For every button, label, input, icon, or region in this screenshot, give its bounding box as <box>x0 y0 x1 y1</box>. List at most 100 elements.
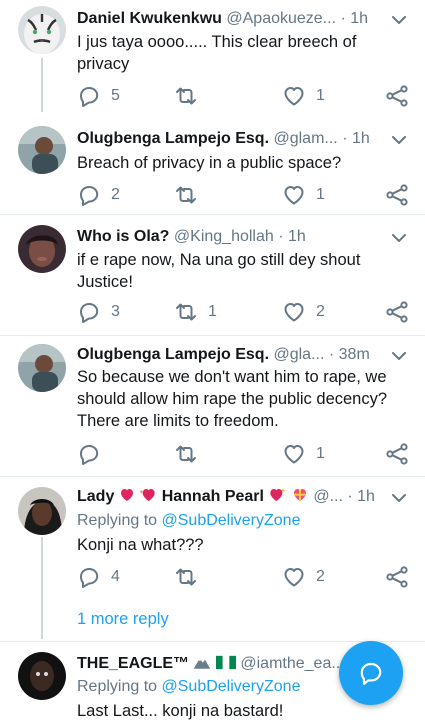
share-icon <box>386 566 408 588</box>
like-button[interactable]: 1 <box>282 183 325 207</box>
more-replies-link[interactable]: 1 more reply <box>77 610 169 629</box>
reply-count: 5 <box>111 87 120 104</box>
lady-avatar[interactable] <box>18 487 66 535</box>
handle[interactable]: @gla... <box>273 346 324 363</box>
display-name[interactable]: THE_EAGLE™ <box>77 655 189 672</box>
tweet[interactable]: Olugbenga Lampejo Esq. @glam... · 1h Bre… <box>0 112 425 220</box>
person-avatar[interactable] <box>18 126 66 174</box>
replying-to-label: Replying to <box>77 678 158 695</box>
retweet-icon <box>176 568 196 586</box>
separator-dot: · <box>328 346 335 363</box>
tweet-text: if e rape now, Na una go still dey shout… <box>77 251 361 291</box>
timestamp[interactable]: 1h <box>357 488 375 505</box>
share-button[interactable] <box>385 442 409 466</box>
eagle-avatar[interactable] <box>18 652 66 700</box>
chevron-down-icon[interactable] <box>391 12 407 28</box>
red-heart-emoji-icon <box>120 489 133 501</box>
retweet-button[interactable]: 1 <box>174 300 217 324</box>
tweet-header: Lady Hannah Pearl @... · 1h <box>77 486 387 508</box>
retweet-button[interactable] <box>174 442 208 466</box>
chevron-down-icon[interactable] <box>391 348 407 364</box>
replying-to: Replying to @SubDeliveryZone <box>77 510 300 532</box>
retweet-button[interactable] <box>174 183 208 207</box>
reply-count: 4 <box>111 568 120 585</box>
like-count: 1 <box>316 186 325 203</box>
display-name-part[interactable]: Hannah Pearl <box>162 488 264 505</box>
timestamp[interactable]: 1h <box>350 10 368 27</box>
tiger-avatar[interactable] <box>18 6 66 54</box>
like-count: 2 <box>316 303 325 320</box>
woman-avatar[interactable] <box>18 225 66 273</box>
separator-dot: · <box>342 130 348 147</box>
reply-count: 2 <box>111 186 120 203</box>
retweet-icon <box>176 186 196 204</box>
timestamp[interactable]: 38m <box>339 346 370 363</box>
tweet-text: So because we don't want him to rape, we… <box>77 368 388 430</box>
tweet[interactable]: Who is Ola? @King_hollah · 1h if e rape … <box>0 215 425 335</box>
tweet-header: Daniel Kwukenkwu @Apaokueze... · 1h <box>77 8 387 30</box>
share-icon <box>386 301 408 323</box>
display-name[interactable]: Who is Ola? <box>77 228 169 245</box>
like-button[interactable]: 2 <box>282 565 325 589</box>
chevron-down-icon[interactable] <box>391 490 407 506</box>
heart-ribbon-emoji-icon <box>293 489 306 501</box>
nigeria-flag-icon <box>215 655 236 670</box>
reply-button[interactable]: 5 <box>77 84 120 108</box>
display-name[interactable]: Olugbenga Lampejo Esq. <box>77 346 269 363</box>
timestamp[interactable]: 1h <box>352 130 370 147</box>
heart-icon <box>284 445 304 464</box>
replying-to-label: Replying to <box>77 512 158 529</box>
handle[interactable]: @... <box>313 488 343 505</box>
replying-to: Replying to @SubDeliveryZone <box>77 676 300 698</box>
share-button[interactable] <box>385 300 409 324</box>
like-count: 1 <box>316 87 325 104</box>
display-name[interactable]: Daniel Kwukenkwu <box>77 10 222 27</box>
tweet-actions: 3 1 2 <box>77 300 417 324</box>
tweet[interactable]: Olugbenga Lampejo Esq. @gla... · 38m So … <box>0 336 425 476</box>
tweet-header: Who is Ola? @King_hollah · 1h <box>77 226 387 248</box>
mention-link[interactable]: @SubDeliveryZone <box>162 512 301 529</box>
tweet[interactable]: Daniel Kwukenkwu @Apaokueze... · 1h I ju… <box>0 0 425 112</box>
share-button[interactable] <box>385 183 409 207</box>
tweet-actions: 1 <box>77 442 417 466</box>
retweet-icon <box>176 303 196 321</box>
reply-count: 3 <box>111 303 120 320</box>
mention-link[interactable]: @SubDeliveryZone <box>162 678 301 695</box>
share-icon <box>386 85 408 107</box>
person-avatar[interactable] <box>18 344 66 392</box>
like-button[interactable]: 1 <box>282 84 325 108</box>
share-icon <box>386 184 408 206</box>
chevron-down-icon[interactable] <box>391 132 407 148</box>
chevron-down-icon[interactable] <box>391 230 407 246</box>
handle[interactable]: @iamthe_ea... <box>240 655 344 672</box>
reply-button[interactable]: 4 <box>77 565 120 589</box>
timestamp[interactable]: 1h <box>288 228 306 245</box>
display-name[interactable]: Olugbenga Lampejo Esq. <box>77 130 269 147</box>
reply-button[interactable]: 2 <box>77 183 120 207</box>
like-count: 1 <box>316 445 325 462</box>
compose-reply-icon <box>360 662 382 685</box>
reply-button[interactable]: 3 <box>77 300 120 324</box>
like-button[interactable]: 2 <box>282 300 325 324</box>
sparkling-heart-emoji-icon <box>139 489 155 501</box>
handle[interactable]: @King_hollah <box>174 228 274 245</box>
like-count: 2 <box>316 568 325 585</box>
share-button[interactable] <box>385 565 409 589</box>
like-button[interactable]: 1 <box>282 442 325 466</box>
reply-button[interactable] <box>77 442 111 466</box>
share-button[interactable] <box>385 84 409 108</box>
reply-icon <box>80 568 99 588</box>
compose-reply-button[interactable] <box>339 641 403 705</box>
sparkling-heart-emoji-icon <box>270 488 286 501</box>
retweet-button[interactable] <box>174 84 208 108</box>
retweet-button[interactable] <box>174 565 208 589</box>
reply-icon <box>80 87 99 107</box>
separator-dot: · <box>347 488 353 505</box>
handle[interactable]: @glam... <box>273 130 337 147</box>
separator-dot: · <box>278 228 284 245</box>
display-name-part[interactable]: Lady <box>77 488 114 505</box>
tweet[interactable]: Lady Hannah Pearl @... · 1h Replying to … <box>0 477 425 641</box>
retweet-icon <box>176 87 196 105</box>
tweet-header: Olugbenga Lampejo Esq. @gla... · 38m <box>77 344 387 366</box>
handle[interactable]: @Apaokueze... <box>226 10 336 27</box>
